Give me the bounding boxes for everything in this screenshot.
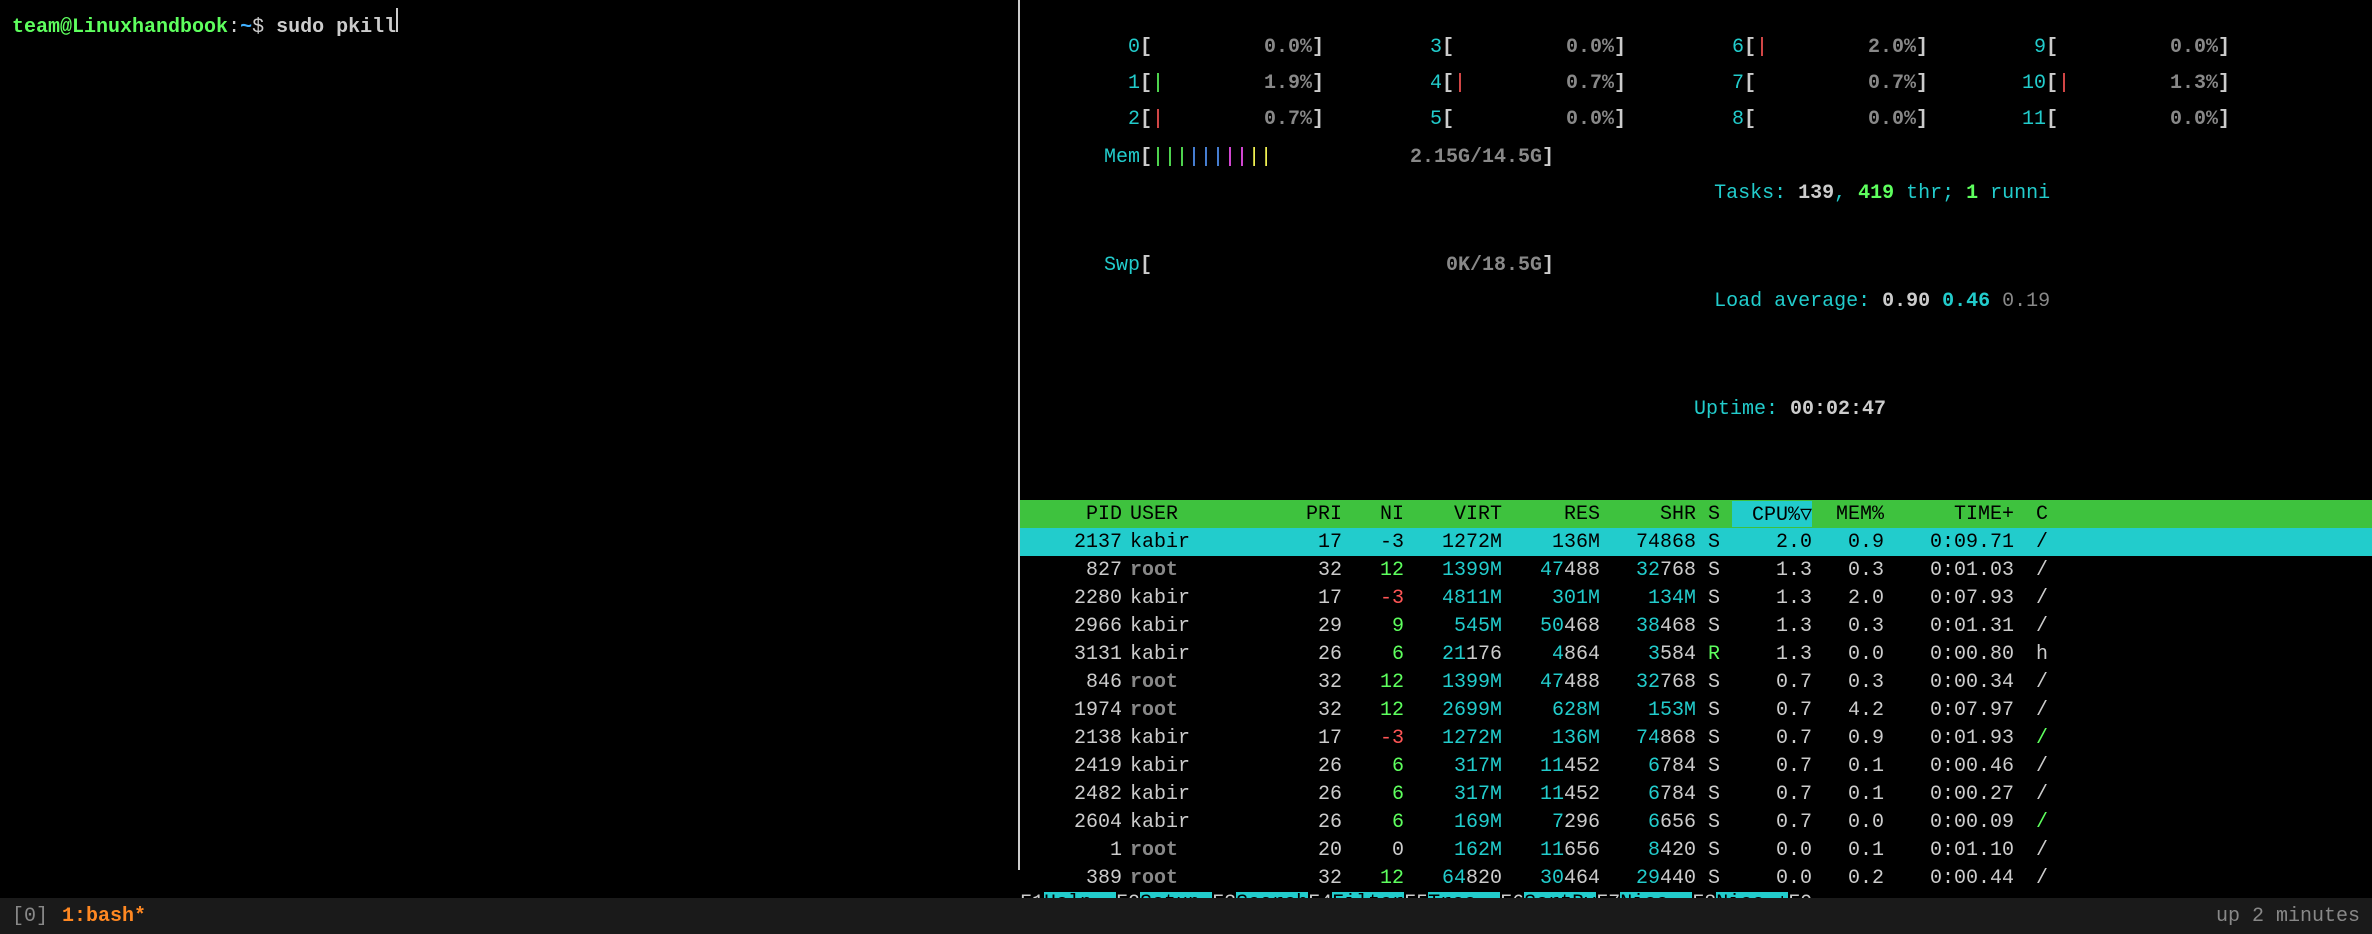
prompt-colon: :	[228, 16, 240, 39]
hdr-shr[interactable]: SHR	[1600, 503, 1696, 526]
hdr-time[interactable]: TIME+	[1884, 503, 2014, 526]
cpu-meter-6: 6[|2.0%]	[1684, 30, 1986, 66]
cpu-meter-0: 0[0.0%]	[1080, 30, 1382, 66]
table-row[interactable]: 2137kabir17-31272M136M74868S2.00.90:09.7…	[1020, 528, 2372, 556]
prompt-host: Linuxhandbook	[72, 16, 228, 39]
table-row[interactable]: 2419kabir266317M114526784S0.70.10:00.46/	[1020, 752, 2372, 780]
hdr-user[interactable]: USER	[1130, 503, 1250, 526]
prompt-at: @	[60, 16, 72, 39]
hdr-virt[interactable]: VIRT	[1404, 503, 1502, 526]
cpu-meter-2: 2[|0.7%]	[1080, 102, 1382, 138]
cpu-meter-7: 7[0.7%]	[1684, 66, 1986, 102]
meters-section: 0[0.0%]3[0.0%]6[|2.0%]9[0.0%] 1[|1.9%]4[|…	[1020, 0, 2372, 468]
table-row[interactable]: 2138kabir17-31272M136M74868S0.70.90:01.9…	[1020, 724, 2372, 752]
cpu-meter-8: 8[0.0%]	[1684, 102, 1986, 138]
hdr-s[interactable]: S	[1696, 503, 1732, 526]
cpu-meter-10: 10[|1.3%]	[1986, 66, 2288, 102]
hdr-ni[interactable]: NI	[1342, 503, 1404, 526]
cpu-meter-11: 11[0.0%]	[1986, 102, 2288, 138]
swp-value: 0K/18.5G	[1322, 248, 1542, 356]
uptime: Uptime: 00:02:47	[1694, 398, 1886, 421]
table-row[interactable]: 2482kabir266317M114526784S0.70.10:00.27/	[1020, 780, 2372, 808]
cpu-meter-9: 9[0.0%]	[1986, 30, 2288, 66]
command-input[interactable]: sudo pkill	[276, 16, 396, 39]
swp-label: Swp	[1080, 248, 1140, 356]
shell-prompt[interactable]: team@Linuxhandbook:~$ sudo pkill	[12, 8, 1006, 39]
cpu-meter-3: 3[0.0%]	[1382, 30, 1684, 66]
mem-value: 2.15G/14.5G	[1322, 140, 1542, 248]
session-index[interactable]: [0]	[12, 905, 48, 928]
cpu-meter-5: 5[0.0%]	[1382, 102, 1684, 138]
tasks-line: Tasks: 139, 419 thr; 1 runni	[1714, 182, 2050, 205]
mem-bar: ||||||||||	[1152, 140, 1322, 248]
hdr-pid[interactable]: PID	[1020, 503, 1130, 526]
table-header[interactable]: PID USER PRI NI VIRT RES SHR S CPU%▽ MEM…	[1020, 500, 2372, 528]
hdr-res[interactable]: RES	[1502, 503, 1600, 526]
table-row[interactable]: 1974root32122699M628M153MS0.74.20:07.97/	[1020, 696, 2372, 724]
cursor-icon	[396, 8, 398, 32]
table-row[interactable]: 2280kabir17-34811M301M134MS1.32.00:07.93…	[1020, 584, 2372, 612]
load-average: Load average: 0.90 0.46 0.19	[1714, 290, 2050, 313]
table-row[interactable]: 3131kabir2662117648643584R1.30.00:00.80h	[1020, 640, 2372, 668]
tmux-status-bar[interactable]: [0] 1:bash* up 2 minutes	[0, 898, 2372, 934]
terminal-left-pane[interactable]: team@Linuxhandbook:~$ sudo pkill	[0, 0, 1020, 870]
table-row[interactable]: 827root32121399M4748832768S1.30.30:01.03…	[1020, 556, 2372, 584]
cpu-meter-4: 4[|0.7%]	[1382, 66, 1684, 102]
status-uptime: up 2 minutes	[2216, 905, 2360, 928]
table-row[interactable]: 2966kabir299545M5046838468S1.30.30:01.31…	[1020, 612, 2372, 640]
table-row[interactable]: 2604kabir266169M72966656S0.70.00:00.09/	[1020, 808, 2372, 836]
window-name[interactable]: 1:bash*	[62, 905, 146, 928]
cpu-meter-1: 1[|1.9%]	[1080, 66, 1382, 102]
hdr-mem[interactable]: MEM%	[1812, 503, 1884, 526]
prompt-user: team	[12, 16, 60, 39]
hdr-cpu-sorted[interactable]: CPU%▽	[1732, 501, 1812, 527]
prompt-dollar: $	[252, 16, 276, 39]
mem-label: Mem	[1080, 140, 1140, 248]
htop-pane[interactable]: 0[0.0%]3[0.0%]6[|2.0%]9[0.0%] 1[|1.9%]4[|…	[1020, 0, 2372, 870]
table-row[interactable]: 1root200162M116568420S0.00.10:01.10/	[1020, 836, 2372, 864]
process-table[interactable]: PID USER PRI NI VIRT RES SHR S CPU%▽ MEM…	[1020, 500, 2372, 892]
hdr-cmd[interactable]: C	[2014, 503, 2054, 526]
hdr-pri[interactable]: PRI	[1250, 503, 1342, 526]
table-row[interactable]: 389root3212648203046429440S0.00.20:00.44…	[1020, 864, 2372, 892]
table-row[interactable]: 846root32121399M4748832768S0.70.30:00.34…	[1020, 668, 2372, 696]
prompt-path: ~	[240, 16, 252, 39]
